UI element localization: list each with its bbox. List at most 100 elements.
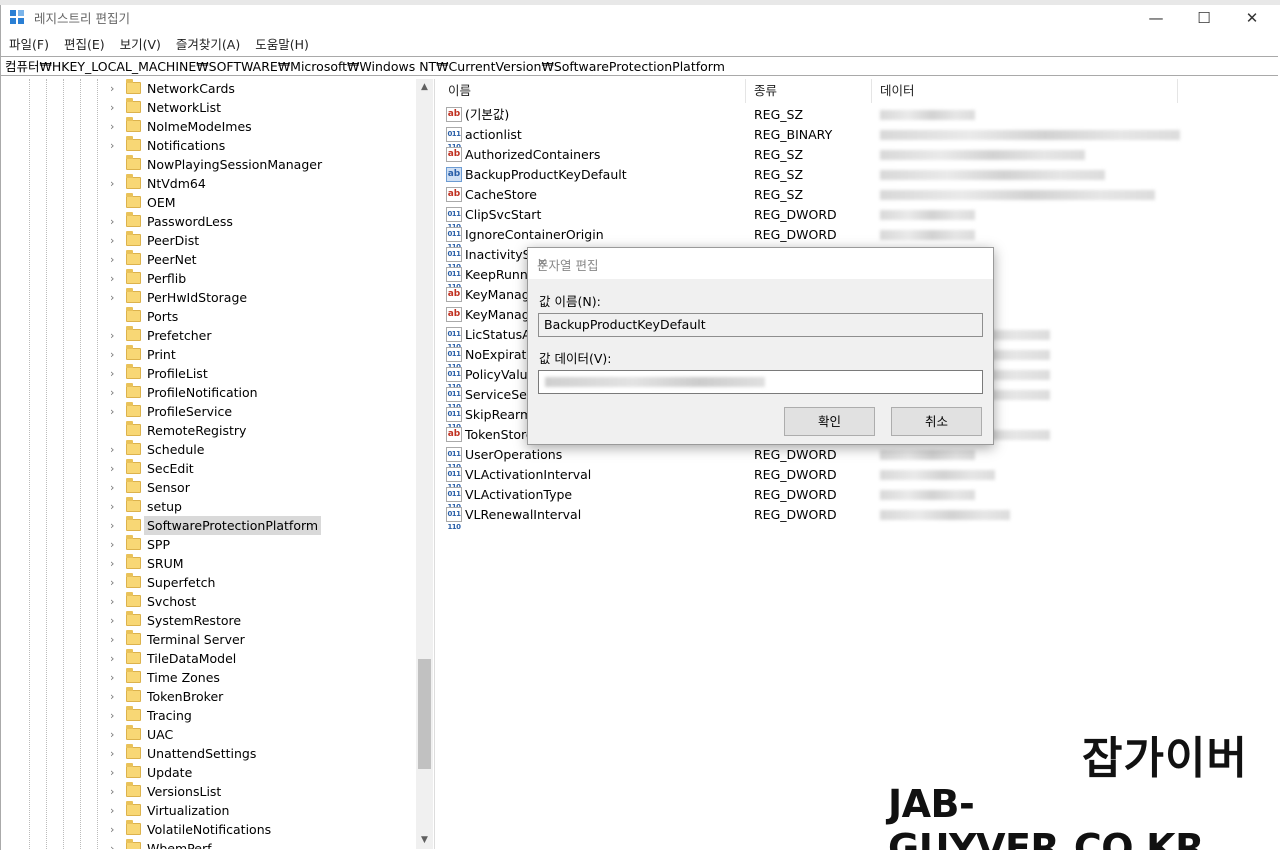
chevron-right-icon[interactable]: › xyxy=(110,290,120,305)
tree-item[interactable]: › NtVdm64 xyxy=(0,174,420,193)
chevron-right-icon[interactable]: › xyxy=(110,252,120,267)
tree-item[interactable]: › NetworkList xyxy=(0,98,420,117)
chevron-right-icon[interactable]: › xyxy=(110,632,120,647)
column-header-name[interactable]: 이름 xyxy=(440,79,746,103)
tree-item[interactable]: › NoImeModeImes xyxy=(0,117,420,136)
chevron-right-icon[interactable]: › xyxy=(110,81,120,96)
tree-item[interactable]: › UnattendSettings xyxy=(0,744,420,763)
chevron-right-icon[interactable]: › xyxy=(110,328,120,343)
tree-item[interactable]: › Update xyxy=(0,763,420,782)
chevron-right-icon[interactable]: › xyxy=(110,214,120,229)
menu-favorites[interactable]: 즐겨찾기(A) xyxy=(176,34,240,53)
list-row[interactable]: 011 110UserOperations REG_DWORD xyxy=(440,445,1278,471)
ok-button[interactable]: 확인 xyxy=(784,407,875,436)
tree-item[interactable]: › Time Zones xyxy=(0,668,420,687)
chevron-right-icon[interactable]: › xyxy=(110,271,120,286)
tree-item[interactable]: › Virtualization xyxy=(0,801,420,820)
tree-item[interactable]: › setup xyxy=(0,497,420,516)
chevron-right-icon[interactable]: › xyxy=(110,765,120,780)
scroll-thumb[interactable] xyxy=(418,659,431,769)
value-data-field[interactable] xyxy=(538,370,983,394)
list-row[interactable]: 011 110IgnoreContainerOrigin REG_DWORD xyxy=(440,225,1278,251)
chevron-right-icon[interactable]: › xyxy=(110,499,120,514)
tree-item[interactable]: › TokenBroker xyxy=(0,687,420,706)
chevron-right-icon[interactable]: › xyxy=(110,138,120,153)
tree-item[interactable]: › ProfileService xyxy=(0,402,420,421)
tree-item[interactable]: OEM xyxy=(0,193,420,212)
chevron-right-icon[interactable]: › xyxy=(110,803,120,818)
value-name-field[interactable]: BackupProductKeyDefault xyxy=(538,313,983,337)
tree-item[interactable]: › SystemRestore xyxy=(0,611,420,630)
tree-item[interactable]: › WbemPerf xyxy=(0,839,420,849)
chevron-right-icon[interactable]: › xyxy=(110,480,120,495)
chevron-right-icon[interactable]: › xyxy=(110,119,120,134)
tree-item[interactable]: › NetworkCards xyxy=(0,79,420,98)
chevron-right-icon[interactable]: › xyxy=(110,708,120,723)
tree-item[interactable]: › SecEdit xyxy=(0,459,420,478)
chevron-right-icon[interactable]: › xyxy=(110,841,120,849)
tree-item[interactable]: › Terminal Server xyxy=(0,630,420,649)
tree-item[interactable]: › Notifications xyxy=(0,136,420,155)
menu-view[interactable]: 보기(V) xyxy=(120,34,161,53)
scroll-up-arrow-icon[interactable]: ▲ xyxy=(416,79,433,96)
list-row[interactable]: 011 110VLActivationType REG_DWORD xyxy=(440,485,1278,511)
address-bar[interactable]: 컴퓨터₩HKEY_LOCAL_MACHINE₩SOFTWARE₩Microsof… xyxy=(0,56,1278,76)
chevron-right-icon[interactable]: › xyxy=(110,518,120,533)
chevron-right-icon[interactable]: › xyxy=(110,594,120,609)
menu-edit[interactable]: 편집(E) xyxy=(64,34,105,53)
chevron-right-icon[interactable]: › xyxy=(110,727,120,742)
list-row[interactable]: ab AuthorizedContainers REG_SZ xyxy=(440,145,1278,165)
tree-item[interactable]: › Svchost xyxy=(0,592,420,611)
tree-item[interactable]: › PeerDist xyxy=(0,231,420,250)
menu-file[interactable]: 파일(F) xyxy=(9,34,49,53)
minimize-button[interactable]: — xyxy=(1133,5,1179,30)
tree-item[interactable]: › UAC xyxy=(0,725,420,744)
tree-item[interactable]: › Sensor xyxy=(0,478,420,497)
tree-item[interactable]: › Prefetcher xyxy=(0,326,420,345)
dialog-close-icon[interactable]: ✕ xyxy=(537,255,983,270)
list-row[interactable]: 011 110 VLRenewalInterval REG_DWORD xyxy=(440,505,1278,531)
tree-item[interactable]: › Tracing xyxy=(0,706,420,725)
chevron-right-icon[interactable]: › xyxy=(110,442,120,457)
chevron-right-icon[interactable]: › xyxy=(110,670,120,685)
chevron-right-icon[interactable]: › xyxy=(110,347,120,362)
tree-item[interactable]: › ProfileList xyxy=(0,364,420,383)
chevron-right-icon[interactable]: › xyxy=(110,613,120,628)
column-header-type[interactable]: 종류 xyxy=(746,79,872,103)
tree-item[interactable]: › Schedule xyxy=(0,440,420,459)
tree-scrollbar[interactable]: ▲ ▼ xyxy=(416,79,433,849)
scroll-down-arrow-icon[interactable]: ▼ xyxy=(416,832,433,849)
maximize-button[interactable]: ☐ xyxy=(1181,5,1227,30)
chevron-right-icon[interactable]: › xyxy=(110,366,120,381)
tree-item[interactable]: › TileDataModel xyxy=(0,649,420,668)
chevron-right-icon[interactable]: › xyxy=(110,784,120,799)
list-row[interactable]: 011 110ClipSvcStart REG_DWORD xyxy=(440,205,1278,231)
tree-item[interactable]: › Superfetch xyxy=(0,573,420,592)
tree-item[interactable]: NowPlayingSessionManager xyxy=(0,155,420,174)
tree-item[interactable]: › ProfileNotification xyxy=(0,383,420,402)
tree-item[interactable]: › Print xyxy=(0,345,420,364)
cancel-button[interactable]: 취소 xyxy=(891,407,982,436)
chevron-right-icon[interactable]: › xyxy=(110,404,120,419)
chevron-right-icon[interactable]: › xyxy=(110,537,120,552)
tree-item[interactable]: › PeerNet xyxy=(0,250,420,269)
close-button[interactable]: ✕ xyxy=(1229,5,1275,30)
tree-item[interactable]: › VersionsList xyxy=(0,782,420,801)
tree-item[interactable]: RemoteRegistry xyxy=(0,421,420,440)
tree-item[interactable]: › SoftwareProtectionPlatform xyxy=(0,516,420,535)
tree-item[interactable]: › VolatileNotifications xyxy=(0,820,420,839)
menu-help[interactable]: 도움말(H) xyxy=(255,34,309,53)
chevron-right-icon[interactable]: › xyxy=(110,100,120,115)
tree-item[interactable]: › SRUM xyxy=(0,554,420,573)
list-row[interactable]: ab CacheStore REG_SZ xyxy=(440,185,1278,205)
tree-item[interactable]: › PasswordLess xyxy=(0,212,420,231)
tree-item[interactable]: › SPP xyxy=(0,535,420,554)
chevron-right-icon[interactable]: › xyxy=(110,176,120,191)
chevron-right-icon[interactable]: › xyxy=(110,651,120,666)
chevron-right-icon[interactable]: › xyxy=(110,461,120,476)
chevron-right-icon[interactable]: › xyxy=(110,233,120,248)
chevron-right-icon[interactable]: › xyxy=(110,822,120,837)
chevron-right-icon[interactable]: › xyxy=(110,746,120,761)
list-row[interactable]: 011 110actionlist REG_BINARY xyxy=(440,125,1278,151)
tree-item[interactable]: › Perflib xyxy=(0,269,420,288)
